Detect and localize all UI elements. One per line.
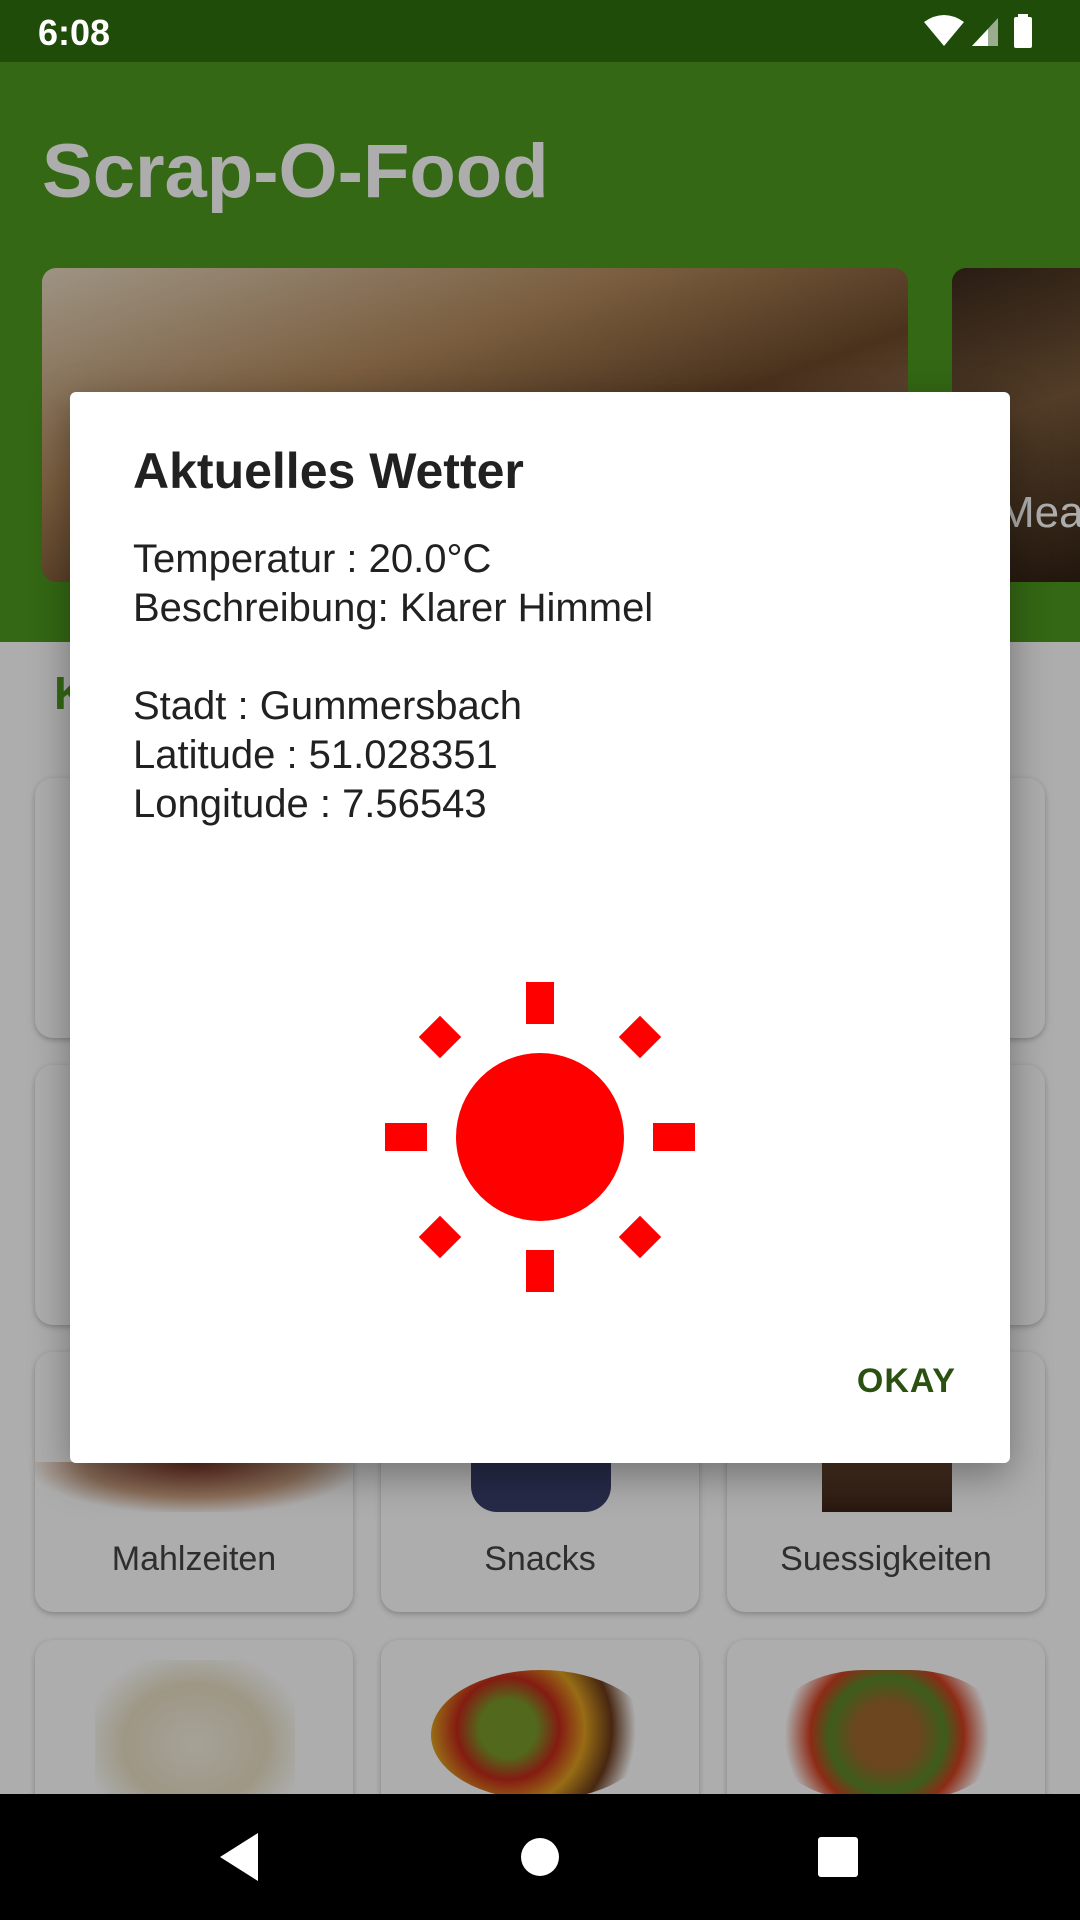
recents-icon[interactable] xyxy=(808,1827,868,1887)
latitude-text: Latitude : 51.028351 xyxy=(133,733,498,777)
weather-info: Temperatur : 20.0°C Beschreibung: Klarer… xyxy=(133,535,653,829)
weather-dialog: Aktuelles Wetter Temperatur : 20.0°C Bes… xyxy=(70,392,1010,1463)
wifi-icon xyxy=(924,15,964,46)
navigation-bar xyxy=(0,1794,1080,1920)
status-bar: 6:08 xyxy=(0,0,1080,62)
dialog-title: Aktuelles Wetter xyxy=(133,443,524,499)
cell-signal-icon xyxy=(972,18,998,46)
sun-icon xyxy=(385,982,695,1292)
status-time: 6:08 xyxy=(38,12,111,53)
home-icon[interactable] xyxy=(510,1827,570,1887)
back-icon[interactable] xyxy=(210,1827,270,1887)
battery-icon xyxy=(1014,14,1032,48)
temperature-text: Temperatur : 20.0°C xyxy=(133,537,492,581)
description-text: Beschreibung: Klarer Himmel xyxy=(133,586,654,630)
okay-button[interactable]: OKAY xyxy=(857,1362,956,1401)
status-icons xyxy=(924,14,1032,48)
city-text: Stadt : Gummersbach xyxy=(133,684,523,728)
longitude-text: Longitude : 7.56543 xyxy=(133,782,487,826)
